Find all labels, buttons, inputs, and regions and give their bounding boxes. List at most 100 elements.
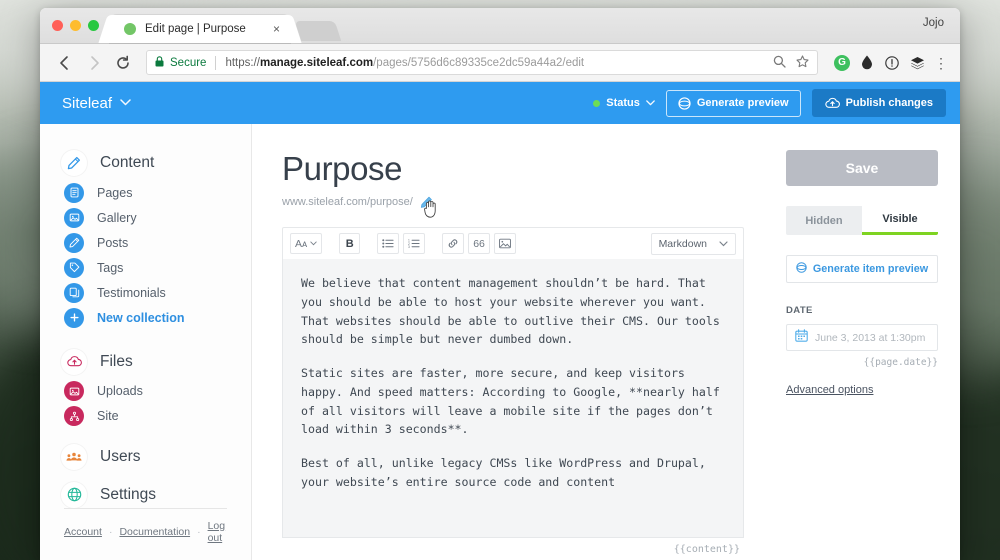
address-bar[interactable]: Secure https://manage.siteleaf.com/pages…	[146, 50, 818, 75]
sitemap-icon	[64, 406, 84, 427]
sidebar-item-new-collection[interactable]: New collection	[40, 305, 251, 330]
bold-button[interactable]: B	[339, 233, 361, 254]
browser-profile-name[interactable]: Jojo	[923, 17, 944, 29]
sidebar-item-content[interactable]: Content	[40, 146, 251, 180]
info-circle-icon[interactable]	[884, 55, 900, 71]
reload-icon[interactable]	[110, 50, 136, 76]
sidebar-item-uploads[interactable]: Uploads	[40, 379, 251, 404]
visibility-option-hidden[interactable]: Hidden	[786, 206, 862, 235]
editor-main: Purpose www.siteleaf.com/purpose/ Aᴀ B 1…	[252, 124, 774, 560]
generate-preview-button[interactable]: Generate preview	[665, 89, 801, 117]
generate-item-preview-button[interactable]: Generate item preview	[786, 255, 938, 283]
layers-icon[interactable]	[909, 55, 925, 71]
format-label: Aᴀ	[295, 237, 308, 250]
date-input[interactable]: June 3, 2013 at 1:30pm	[786, 324, 938, 351]
tab-title: Edit page | Purpose	[145, 23, 246, 35]
documentation-link[interactable]: Documentation	[119, 526, 190, 538]
sidebar-item-users[interactable]: Users	[40, 444, 251, 471]
status-label: Status	[606, 97, 640, 109]
favicon-icon	[124, 23, 136, 35]
sidebar-item-site[interactable]: Site	[40, 404, 251, 429]
image-icon[interactable]	[493, 233, 516, 254]
editor-paragraph: Best of all, unlike legacy CMSs like Wor…	[301, 456, 706, 490]
markdown-editor[interactable]: We believe that content management shoul…	[282, 259, 744, 538]
sidebar-item-testimonials[interactable]: Testimonials	[40, 280, 251, 305]
advanced-options-link[interactable]: Advanced options	[786, 384, 873, 396]
page-slug: www.siteleaf.com/purpose/	[282, 196, 413, 208]
format-dropdown[interactable]: Aᴀ	[290, 233, 323, 254]
sidebar-label: New collection	[97, 310, 185, 325]
sidebar-group-content: Content Pages Gallery Posts Tags Testimo…	[40, 146, 251, 330]
image-icon	[64, 381, 84, 402]
markdown-mode-label: Markdown	[658, 237, 707, 250]
sidebar-label: Files	[100, 352, 133, 370]
link-icon[interactable]	[442, 233, 465, 254]
logout-link[interactable]: Log out	[208, 520, 227, 544]
back-arrow-icon[interactable]	[52, 50, 78, 76]
eye-preview-icon	[678, 96, 691, 110]
publish-changes-button[interactable]: Publish changes	[811, 89, 946, 117]
copy-icon	[64, 282, 84, 303]
globe-icon	[61, 481, 87, 508]
url-domain: manage.siteleaf.com	[259, 56, 374, 69]
sidebar-item-files[interactable]: Files	[40, 345, 251, 379]
droplet-icon[interactable]	[859, 55, 875, 71]
minimize-window-button[interactable]	[70, 20, 81, 31]
pencil-icon	[61, 150, 87, 176]
sidebar-label: Testimonials	[97, 285, 166, 300]
users-icon	[61, 444, 87, 471]
eye-preview-icon	[796, 262, 807, 276]
image-icon	[64, 207, 84, 228]
save-button[interactable]: Save	[786, 150, 938, 186]
sidebar-divider	[64, 508, 227, 510]
quote-icon[interactable]: 66	[468, 233, 490, 254]
visibility-toggle: Hidden Visible	[786, 206, 938, 235]
lock-icon	[155, 55, 164, 70]
browser-tab-active[interactable]: Edit page | Purpose ×	[110, 15, 290, 43]
markdown-mode-dropdown[interactable]: Markdown	[650, 232, 736, 255]
publish-changes-label: Publish changes	[845, 97, 933, 109]
plus-icon	[64, 307, 84, 328]
visibility-option-visible[interactable]: Visible	[862, 206, 938, 235]
sidebar-footer-links: Account · Documentation · Log out	[64, 520, 227, 544]
browser-menu-icon[interactable]: ⋮	[934, 56, 948, 70]
date-placeholder: June 3, 2013 at 1:30pm	[815, 331, 926, 344]
sidebar-label: Uploads	[97, 384, 143, 399]
sidebar-label: Gallery	[97, 210, 137, 225]
sidebar-label: Tags	[97, 260, 124, 275]
page-title: Purpose	[282, 150, 403, 187]
sidebar-item-pages[interactable]: Pages	[40, 180, 251, 205]
new-tab-button[interactable]	[294, 21, 342, 41]
sidebar-label: Settings	[100, 485, 157, 503]
browser-extensions: G ⋮	[834, 54, 948, 71]
url-path: /pages/5756d6c89335ce2dc59a44a2/edit	[373, 56, 585, 69]
page-slug-row: www.siteleaf.com/purpose/	[282, 195, 744, 218]
editor-paragraph: We believe that content management shoul…	[301, 276, 720, 347]
close-window-button[interactable]	[52, 20, 63, 31]
generate-preview-label: Generate preview	[696, 97, 789, 109]
account-link[interactable]: Account	[64, 526, 102, 538]
numbered-list-icon[interactable]: 123	[403, 233, 426, 254]
sidebar-label: Pages	[97, 185, 133, 200]
browser-window: Edit page | Purpose × Jojo Secure https:…	[40, 8, 960, 560]
sidebar-item-tags[interactable]: Tags	[40, 255, 251, 280]
close-tab-icon[interactable]: ×	[273, 22, 280, 36]
sidebar-item-gallery[interactable]: Gallery	[40, 205, 251, 230]
page-icon	[64, 182, 84, 203]
bullet-list-icon[interactable]	[377, 233, 400, 254]
maximize-window-button[interactable]	[88, 20, 99, 31]
browser-titlebar: Edit page | Purpose × Jojo	[40, 8, 960, 44]
sidebar-label: Posts	[97, 235, 129, 250]
brand-label: Siteleaf	[62, 94, 113, 112]
star-icon[interactable]	[796, 54, 809, 71]
brand-menu[interactable]: Siteleaf	[62, 95, 131, 112]
sidebar-item-settings[interactable]: Settings	[40, 481, 251, 508]
calendar-icon	[795, 328, 808, 347]
search-icon[interactable]	[773, 55, 786, 71]
sidebar-item-posts[interactable]: Posts	[40, 230, 251, 255]
window-traffic-lights	[52, 20, 99, 31]
grammarly-icon[interactable]: G	[834, 54, 850, 71]
status-indicator-dot	[593, 99, 601, 107]
status-dropdown[interactable]: Status	[593, 97, 655, 109]
editor-paragraph: Static sites are faster, more secure, an…	[301, 366, 720, 437]
